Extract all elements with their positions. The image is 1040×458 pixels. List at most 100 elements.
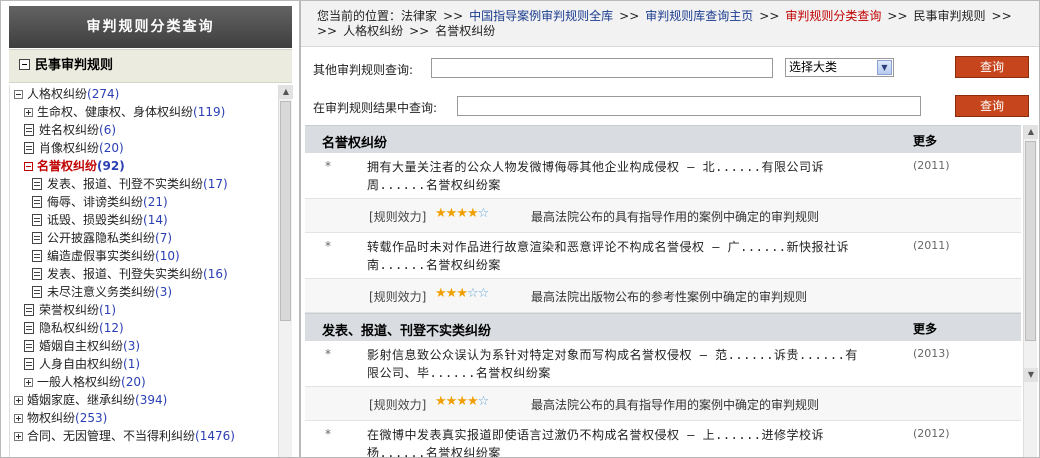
category-select[interactable]: 选择大类 ▼ — [785, 58, 894, 77]
expand-icon[interactable] — [24, 378, 33, 387]
tree-item[interactable]: 物权纠纷(253) — [14, 409, 107, 427]
tree-item[interactable]: 未尽注意义务类纠纷(3) — [32, 283, 172, 301]
result-item: * 影射信息致公众误认为系针对特定对象而写构成名誉权侵权 – 范......诉贵.… — [305, 341, 1021, 387]
tree-item[interactable]: 侮辱、诽谤类纠纷(21) — [32, 193, 168, 211]
result-title-link[interactable]: 影射信息致公众误认为系针对特定对象而写构成名誉权侵权 – 范......诉贵..… — [367, 346, 907, 382]
chevron-down-icon[interactable]: ▼ — [877, 60, 892, 75]
more-link[interactable]: 更多 — [913, 320, 937, 337]
breadcrumb-item[interactable]: 审判规则分类查询 — [785, 9, 881, 23]
within-query-input[interactable] — [457, 96, 921, 116]
tree-item-label: 未尽注意义务类纠纷 — [47, 285, 156, 299]
category-tree: 人格权纠纷(274) 生命权、健康权、身体权纠纷(119) 姓名权纠纷(6) 肖像权纠… — [9, 85, 278, 457]
result-section-header: 发表、报道、刊登不实类纠纷 更多 — [305, 313, 1021, 341]
result-meta: [规则效力] ★★★★☆ 最高法院公布的具有指导作用的案例中确定的审判规则 — [305, 387, 1021, 421]
result-title-line: 影射信息致公众误认为系针对特定对象而写构成名誉权侵权 – 范......诉贵..… — [367, 348, 858, 362]
tree-item[interactable]: 人身自由权纠纷(1) — [24, 355, 140, 373]
breadcrumb-separator: >> — [991, 9, 1012, 23]
tree-item-label: 合同、无因管理、不当得利纠纷 — [27, 429, 196, 443]
tree-item[interactable]: 发表、报道、刊登失实类纠纷(16) — [32, 265, 228, 283]
tree-item-count: (12) — [99, 321, 124, 335]
tree-item-count: (1476) — [195, 429, 235, 443]
result-title-line: 转载作品时未对作品进行故意渲染和恶意评论不构成名誉侵权 – 广......新快报… — [367, 240, 850, 254]
result-title-link[interactable]: 转载作品时未对作品进行故意渲染和恶意评论不构成名誉侵权 – 广......新快报… — [367, 238, 907, 274]
rating-stars: ★★★★☆ — [435, 394, 490, 409]
result-year: (2012) — [913, 427, 950, 440]
tree-item[interactable]: 隐私权纠纷(12) — [24, 319, 124, 337]
rule-source-desc: 最高法院公布的具有指导作用的案例中确定的审判规则 — [531, 210, 820, 224]
document-icon — [32, 232, 42, 244]
sidebar-title: 审判规则分类查询 — [9, 6, 292, 48]
expand-icon[interactable] — [14, 396, 23, 405]
breadcrumb-separator: >> — [317, 24, 338, 38]
tree-item[interactable]: 姓名权纠纷(6) — [24, 121, 116, 139]
breadcrumb-item: 名誉权纠纷 — [435, 24, 496, 38]
results-list: 名誉权纠纷 更多 * 拥有大量关注者的公众人物发微博侮辱其他企业构成侵权 – 北...… — [305, 125, 1021, 457]
collapse-icon[interactable] — [19, 59, 30, 70]
tree-item-label: 婚姻自主权纠纷 — [39, 339, 124, 353]
tree-item-count: (274) — [87, 87, 120, 101]
scrollbar-thumb[interactable] — [1025, 141, 1036, 341]
expand-icon[interactable] — [14, 432, 23, 441]
tree-item-count: (6) — [99, 123, 117, 137]
breadcrumb-separator: >> — [443, 9, 464, 23]
scroll-down-icon[interactable]: ▼ — [1024, 368, 1038, 382]
tree-item-label: 人身自由权纠纷 — [39, 357, 124, 371]
tree-item-label: 诋毁、损毁类纠纷 — [47, 213, 144, 227]
tree-item[interactable]: 生命权、健康权、身体权纠纷(119) — [24, 103, 225, 121]
query-within-button[interactable]: 查询 — [955, 95, 1029, 117]
tree-item[interactable]: 公开披露隐私类纠纷(7) — [32, 229, 172, 247]
bullet-asterisk: * — [325, 427, 331, 441]
expand-icon[interactable] — [24, 108, 33, 117]
tree-item-count: (20) — [99, 141, 124, 155]
tree-item[interactable]: 人格权纠纷(274) — [14, 85, 119, 103]
result-title-link[interactable]: 拥有大量关注者的公众人物发微博侮辱其他企业构成侵权 – 北......有限公司诉… — [367, 158, 907, 194]
document-icon — [24, 358, 34, 370]
section-title[interactable]: 发表、报道、刊登不实类纠纷 — [322, 320, 491, 339]
scroll-up-icon[interactable]: ▲ — [279, 85, 293, 99]
scrollbar-thumb[interactable] — [280, 101, 291, 321]
rating-stars: ★★★☆☆ — [435, 286, 489, 301]
collapse-icon[interactable] — [24, 162, 33, 171]
rule-source-desc: 最高法院出版物公布的参考性案例中确定的审判规则 — [531, 290, 808, 304]
document-icon — [32, 268, 42, 280]
tree-root[interactable]: 民事审判规则 — [9, 49, 292, 83]
tree-item-label: 物权纠纷 — [27, 411, 76, 425]
tree-item[interactable]: 编造虚假事实类纠纷(10) — [32, 247, 180, 265]
breadcrumb-separator: >> — [759, 9, 780, 23]
tree-item[interactable]: 婚姻家庭、继承纠纷(394) — [14, 391, 167, 409]
tree-item[interactable]: 名誉权纠纷(92) — [24, 157, 125, 175]
breadcrumb-item[interactable]: 审判规则库查询主页 — [645, 9, 753, 23]
expand-icon[interactable] — [14, 414, 23, 423]
breadcrumb-item[interactable]: 中国指导案例审判规则全库 — [469, 9, 613, 23]
tree-item-count: (20) — [121, 375, 146, 389]
tree-item-count: (10) — [155, 249, 180, 263]
other-query-input[interactable] — [431, 58, 773, 78]
collapse-icon[interactable] — [14, 90, 23, 99]
tree-item[interactable]: 婚姻自主权纠纷(3) — [24, 337, 140, 355]
tree-item-count: (3) — [155, 285, 173, 299]
scroll-up-icon[interactable]: ▲ — [1024, 125, 1038, 139]
star-empty-icon: ☆ — [477, 394, 490, 409]
star-filled-icon: ★ — [466, 206, 479, 221]
tree-item[interactable]: 肖像权纠纷(20) — [24, 139, 124, 157]
tree-item-label: 人格权纠纷 — [27, 87, 88, 101]
tree-item[interactable]: 荣誉权纠纷(1) — [24, 301, 116, 319]
tree-item[interactable]: 诋毁、损毁类纠纷(14) — [32, 211, 168, 229]
star-filled-icon: ★ — [456, 394, 468, 409]
sidebar-scrollbar[interactable]: ▲ — [278, 85, 293, 457]
rule-source-desc: 最高法院公布的具有指导作用的案例中确定的审判规则 — [531, 398, 820, 412]
results-scrollbar[interactable]: ▲ ▼ — [1023, 125, 1038, 457]
result-year: (2011) — [913, 239, 950, 252]
section-title[interactable]: 名誉权纠纷 — [322, 132, 387, 151]
query-button[interactable]: 查询 — [955, 56, 1029, 78]
star-filled-icon: ★ — [445, 394, 458, 409]
tree-item[interactable]: 发表、报道、刊登不实类纠纷(17) — [32, 175, 228, 193]
tree-item[interactable]: 合同、无因管理、不当得利纠纷(1476) — [14, 427, 235, 445]
breadcrumb-separator: >> — [887, 9, 908, 23]
star-filled-icon: ★ — [445, 206, 458, 221]
breadcrumb-separator: >> — [409, 24, 430, 38]
more-link[interactable]: 更多 — [913, 132, 937, 149]
document-icon — [32, 178, 42, 190]
result-title-link[interactable]: 在微博中发表真实报道即使语言过激仍不构成名誉权侵权 – 上......进修学校诉… — [367, 426, 907, 457]
tree-item[interactable]: 一般人格权纠纷(20) — [24, 373, 146, 391]
